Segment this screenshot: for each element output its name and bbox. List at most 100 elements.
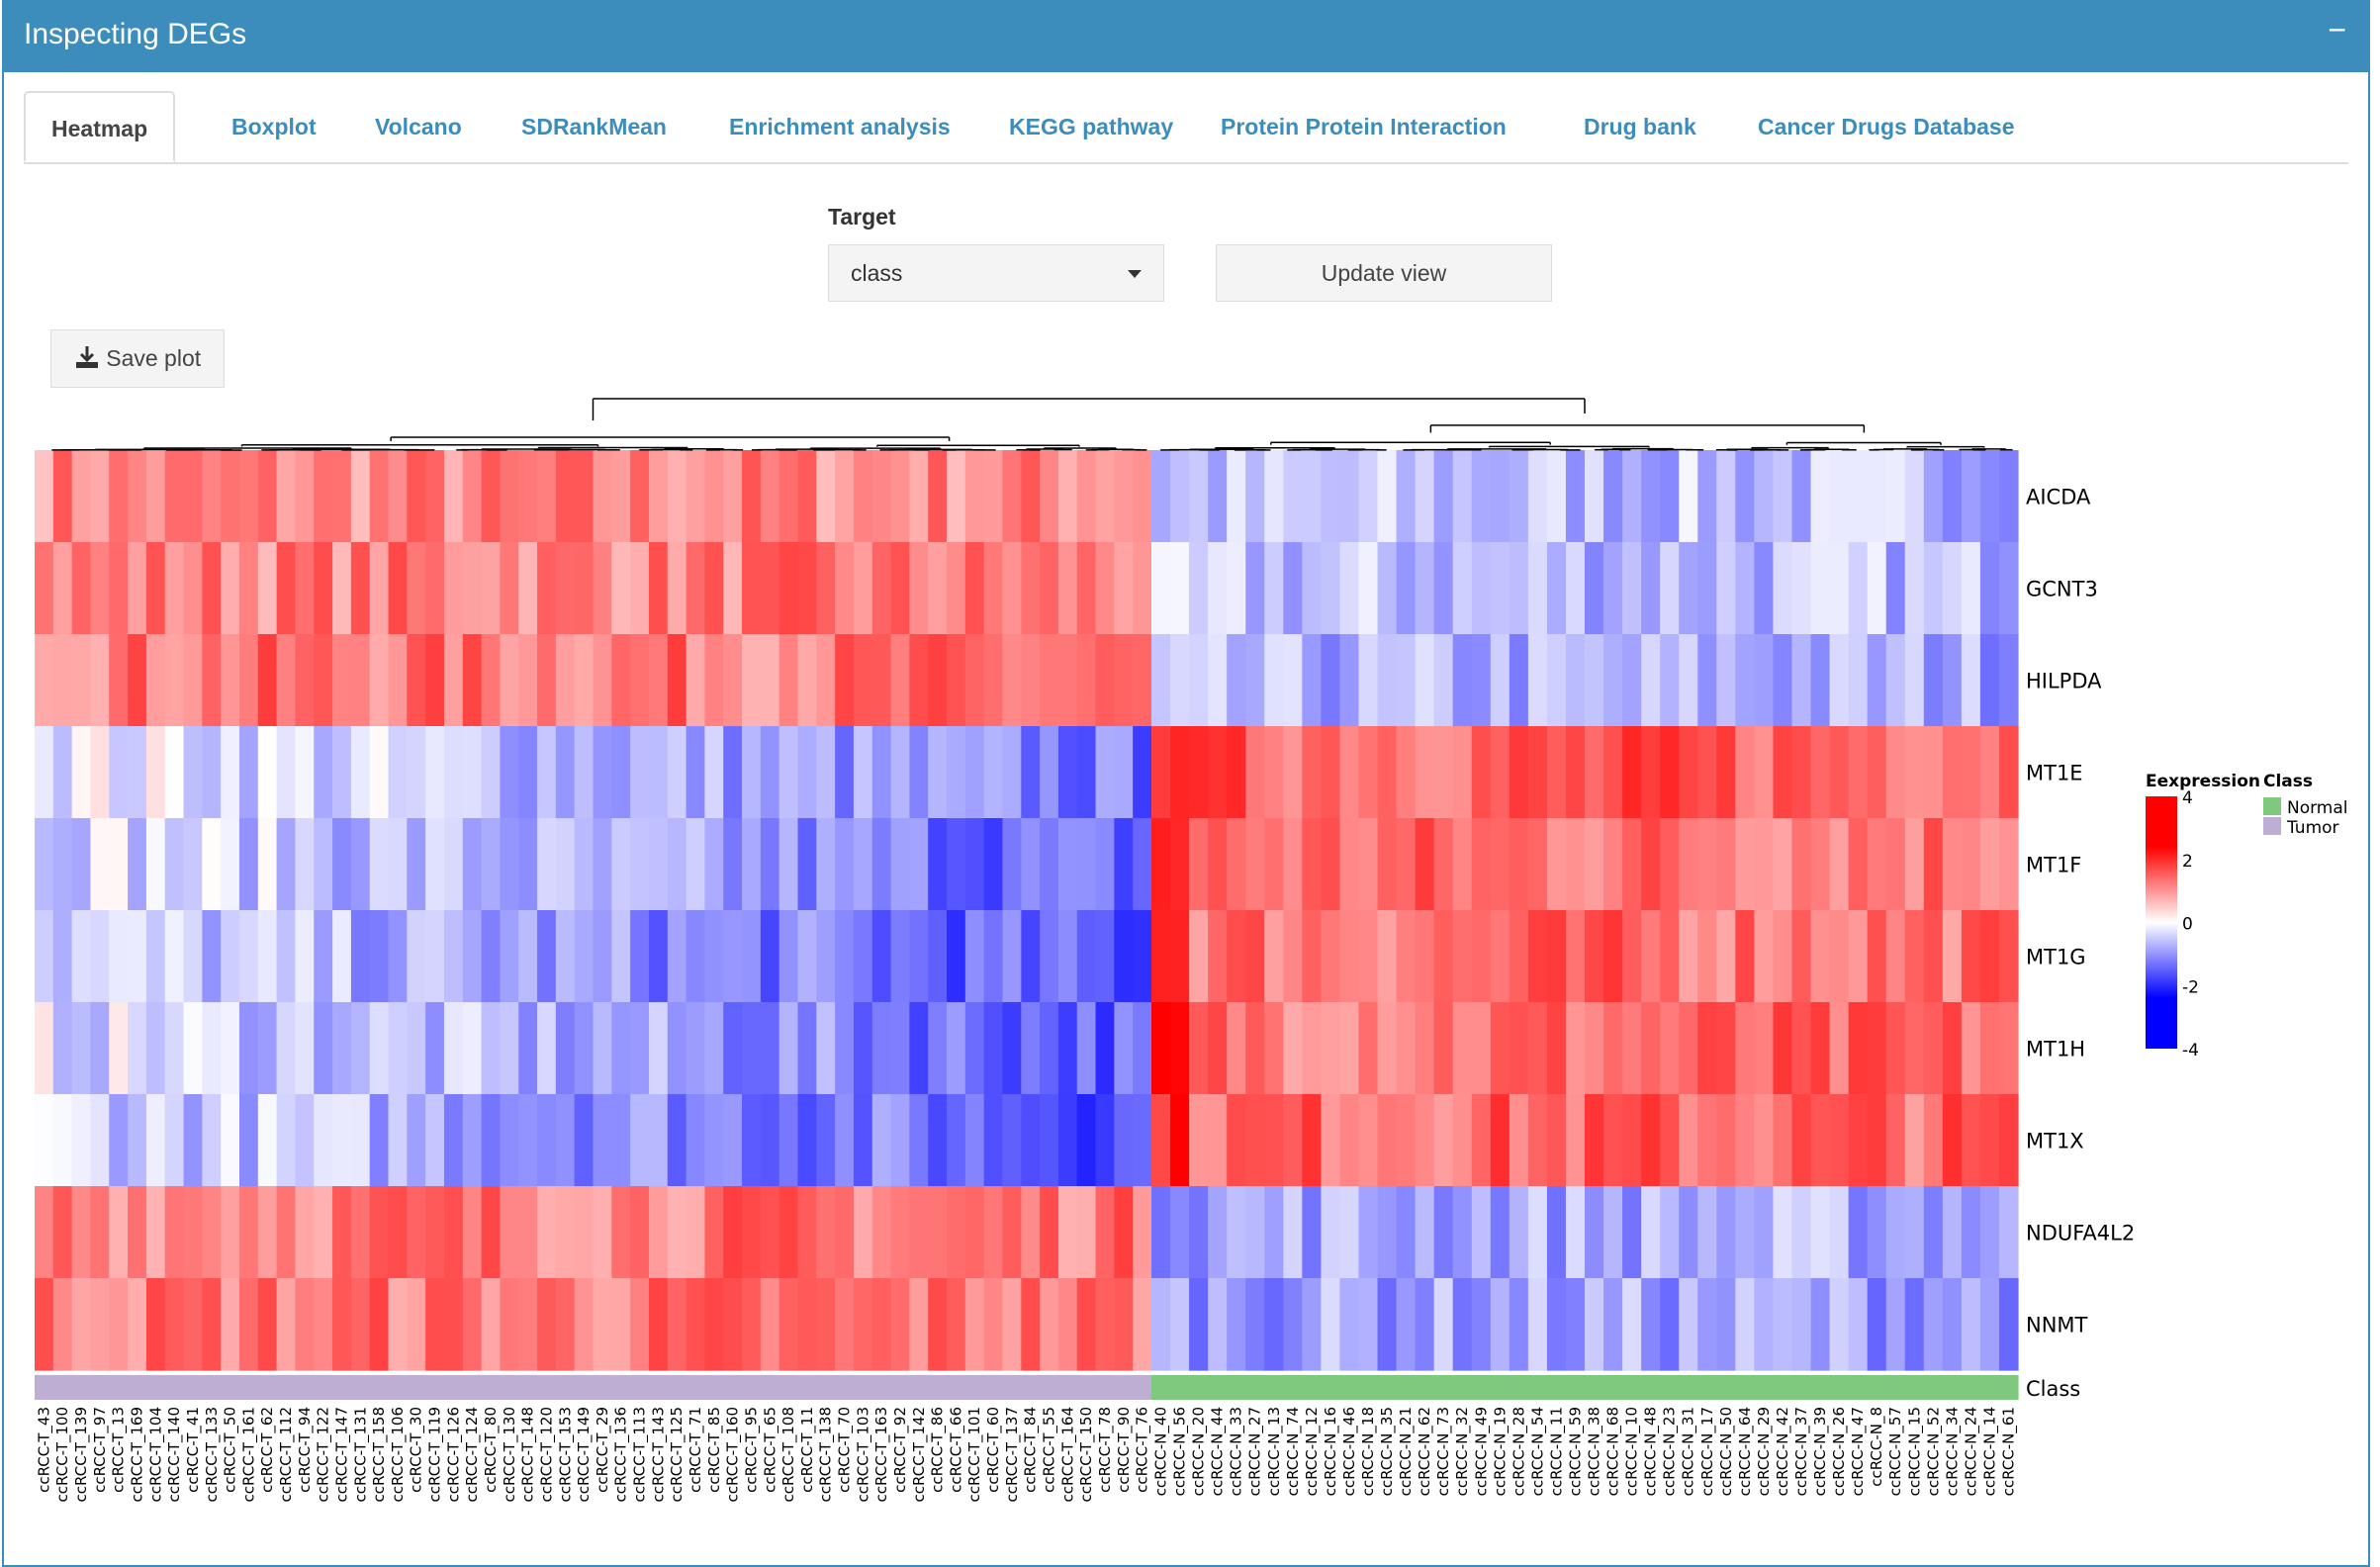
column-label: ccRCC-N_21 xyxy=(1397,1407,1416,1496)
column-label: ccRCC-N_17 xyxy=(1698,1407,1717,1496)
tab-protein-protein-interaction[interactable]: Protein Protein Interaction xyxy=(1221,91,1507,162)
heatmap-cell xyxy=(443,726,464,819)
heatmap-cell xyxy=(797,818,817,911)
heatmap-cell xyxy=(1679,542,1698,635)
heatmap-cell xyxy=(1396,542,1417,635)
heatmap-cell xyxy=(314,542,333,635)
tab-volcano[interactable]: Volcano xyxy=(375,91,462,162)
tab-kegg-pathway[interactable]: KEGG pathway xyxy=(1009,91,1173,162)
heatmap-cell xyxy=(1679,450,1698,543)
heatmap-cell xyxy=(425,634,445,727)
collapse-button[interactable]: − xyxy=(2328,12,2346,48)
heatmap-cell xyxy=(1754,818,1775,911)
heatmap-cell xyxy=(964,1278,985,1371)
tab-sdrankmean[interactable]: SDRankMean xyxy=(521,91,667,162)
tab-enrichment-analysis[interactable]: Enrichment analysis xyxy=(729,91,951,162)
heatmap-cell xyxy=(593,1186,612,1279)
heatmap-cell xyxy=(1527,1002,1548,1095)
heatmap-cell xyxy=(295,542,315,635)
heatmap-cell xyxy=(778,910,799,1003)
heatmap-cell xyxy=(760,1186,780,1279)
heatmap-cell xyxy=(1697,450,1717,543)
heatmap-cell xyxy=(1979,1002,2000,1095)
heatmap-cell xyxy=(1735,910,1755,1003)
tab-cancer-drugs-database[interactable]: Cancer Drugs Database xyxy=(1758,91,2015,162)
heatmap-cell xyxy=(1208,1094,1228,1187)
class-annotation-cell xyxy=(1622,1375,1642,1400)
heatmap-cell xyxy=(481,1186,502,1279)
column-label: ccRCC-T_95 xyxy=(742,1407,761,1493)
column-label: ccRCC-T_30 xyxy=(408,1407,426,1493)
tab-boxplot[interactable]: Boxplot xyxy=(231,91,317,162)
heatmap-cell xyxy=(555,910,576,1003)
heatmap-cell xyxy=(481,542,502,635)
column-label: ccRCC-N_44 xyxy=(1209,1407,1228,1496)
heatmap-cell xyxy=(909,1002,929,1095)
target-select[interactable]: class xyxy=(828,244,1164,302)
heatmap-cell xyxy=(537,1002,557,1095)
heatmap-cell xyxy=(1697,1186,1717,1279)
heatmap-cell xyxy=(1641,1002,1661,1095)
heatmap-cell xyxy=(1040,1278,1059,1371)
heatmap-cell xyxy=(555,818,576,911)
tab-drug-bank[interactable]: Drug bank xyxy=(1584,91,1696,162)
heatmap-cell xyxy=(90,634,110,727)
heatmap-cell xyxy=(1471,450,1492,543)
heatmap-cell xyxy=(1415,818,1435,911)
heatmap-cell xyxy=(686,818,705,911)
heatmap-cell xyxy=(1735,634,1755,727)
heatmap-cell xyxy=(778,1094,799,1187)
heatmap-cell xyxy=(797,1186,817,1279)
heatmap-cell xyxy=(1245,910,1265,1003)
heatmap-cell xyxy=(1433,1186,1454,1279)
heatmap-cell xyxy=(611,450,631,543)
heatmap-cell xyxy=(443,1002,464,1095)
heatmap-cell xyxy=(518,1002,538,1095)
heatmap-cell xyxy=(723,1094,743,1187)
heatmap-cell xyxy=(1773,450,1793,543)
heatmap-cell xyxy=(350,910,371,1003)
heatmap-cell xyxy=(1002,1186,1022,1279)
heatmap-cell xyxy=(964,1094,985,1187)
panel-header: Inspecting DEGs − xyxy=(4,0,2368,72)
heatmap-cell xyxy=(964,910,985,1003)
heatmap-cell xyxy=(1848,1186,1869,1279)
class-annotation-cell xyxy=(760,1375,780,1400)
heatmap-cell xyxy=(1660,1186,1680,1279)
heatmap-cell xyxy=(314,450,333,543)
heatmap-cell xyxy=(1452,1002,1473,1095)
heatmap-cell xyxy=(947,910,966,1003)
heatmap-cell xyxy=(183,1002,203,1095)
heatmap-cell xyxy=(1961,1186,1981,1279)
heatmap-cell xyxy=(1867,726,1887,819)
heatmap-cell xyxy=(1040,450,1059,543)
heatmap-cell xyxy=(1754,1186,1775,1279)
column-label: ccRCC-N_38 xyxy=(1586,1407,1604,1496)
heatmap-cell xyxy=(1339,910,1360,1003)
column-label: ccRCC-T_139 xyxy=(72,1407,91,1502)
heatmap-cell xyxy=(425,1002,445,1095)
save-plot-button[interactable]: Save plot xyxy=(50,329,225,388)
heatmap-cell xyxy=(443,910,464,1003)
heatmap-cell xyxy=(1339,634,1360,727)
heatmap-cell xyxy=(71,1186,92,1279)
heatmap-cell xyxy=(1358,634,1379,727)
heatmap-cell xyxy=(686,910,705,1003)
update-view-button[interactable]: Update view xyxy=(1216,244,1552,302)
heatmap-cell xyxy=(1527,910,1548,1003)
heatmap-cell xyxy=(1810,1002,1831,1095)
heatmap-cell xyxy=(1867,1278,1887,1371)
heatmap-cell xyxy=(221,1186,240,1279)
heatmap-cell xyxy=(164,1094,185,1187)
heatmap-cell xyxy=(574,1278,595,1371)
heatmap-cell xyxy=(947,726,966,819)
heatmap-cell xyxy=(425,450,445,543)
heatmap-cell xyxy=(630,450,650,543)
heatmap-cell xyxy=(890,1186,910,1279)
heatmap-cell xyxy=(1810,1278,1831,1371)
heatmap-cell xyxy=(500,726,519,819)
tab-heatmap[interactable]: Heatmap xyxy=(24,91,176,162)
class-annotation-cell xyxy=(1904,1375,1925,1400)
heatmap-cell xyxy=(835,542,855,635)
heatmap-cell xyxy=(221,910,240,1003)
